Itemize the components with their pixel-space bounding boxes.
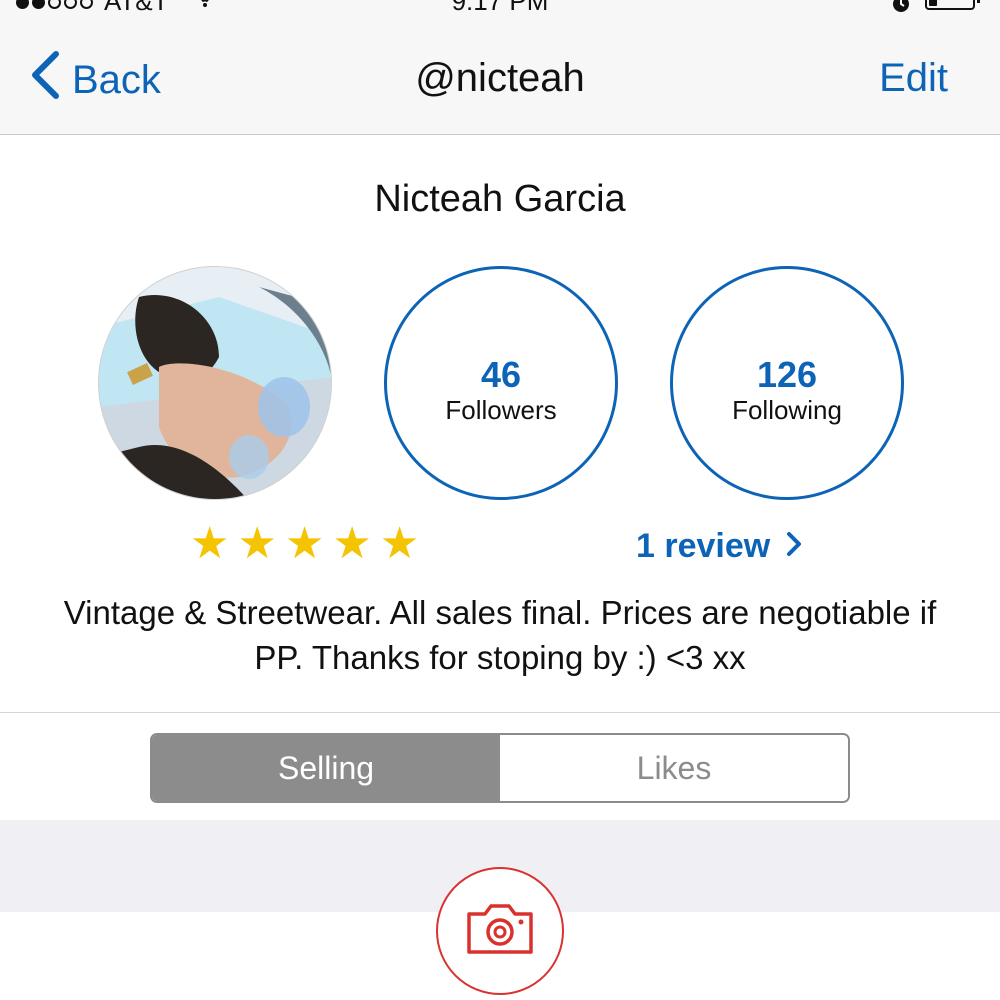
reviews-label: 1 review	[636, 526, 771, 565]
chevron-right-icon	[770, 527, 802, 566]
camera-icon	[465, 902, 535, 961]
alarm-icon	[890, 0, 912, 21]
star-icon: ★	[284, 519, 325, 568]
battery-icon	[925, 0, 975, 10]
star-icon: ★	[332, 519, 372, 568]
star-icon: ★	[190, 519, 230, 568]
rating-stars: ★ ★ ★ ★ ★	[190, 522, 419, 566]
profile-screen: AT&T 9:17 PM Back @nicteah Edit Nicteah …	[0, 0, 1000, 1000]
followers-count: 46	[480, 354, 522, 395]
tab-likes[interactable]: Likes	[500, 735, 848, 801]
listing-segmented-control: Selling Likes	[150, 733, 850, 803]
page-title: @nicteah	[415, 56, 585, 100]
star-icon: ★	[379, 519, 420, 568]
following-count: 126	[756, 354, 818, 395]
status-time: 9:17 PM	[451, 0, 549, 16]
followers-button[interactable]: 46 Followers	[384, 266, 618, 500]
reviews-link[interactable]: 1 review	[636, 524, 802, 568]
profile-bio: Vintage & Streetwear. All sales final. P…	[63, 594, 937, 676]
navigation-bar: Back @nicteah Edit	[0, 24, 1000, 135]
add-listing-button[interactable]	[436, 867, 564, 995]
divider	[0, 712, 1000, 713]
edit-button[interactable]: Edit	[879, 56, 948, 101]
tab-selling[interactable]: Selling	[152, 735, 500, 801]
status-bar: AT&T 9:17 PM	[0, 0, 1000, 24]
star-icon: ★	[237, 519, 277, 568]
battery-nub	[977, 0, 980, 3]
followers-label: Followers	[445, 395, 557, 425]
following-label: Following	[732, 395, 842, 425]
following-button[interactable]: 126 Following	[670, 266, 904, 500]
profile-name: Nicteah Garcia	[374, 178, 626, 220]
avatar[interactable]	[98, 266, 332, 500]
